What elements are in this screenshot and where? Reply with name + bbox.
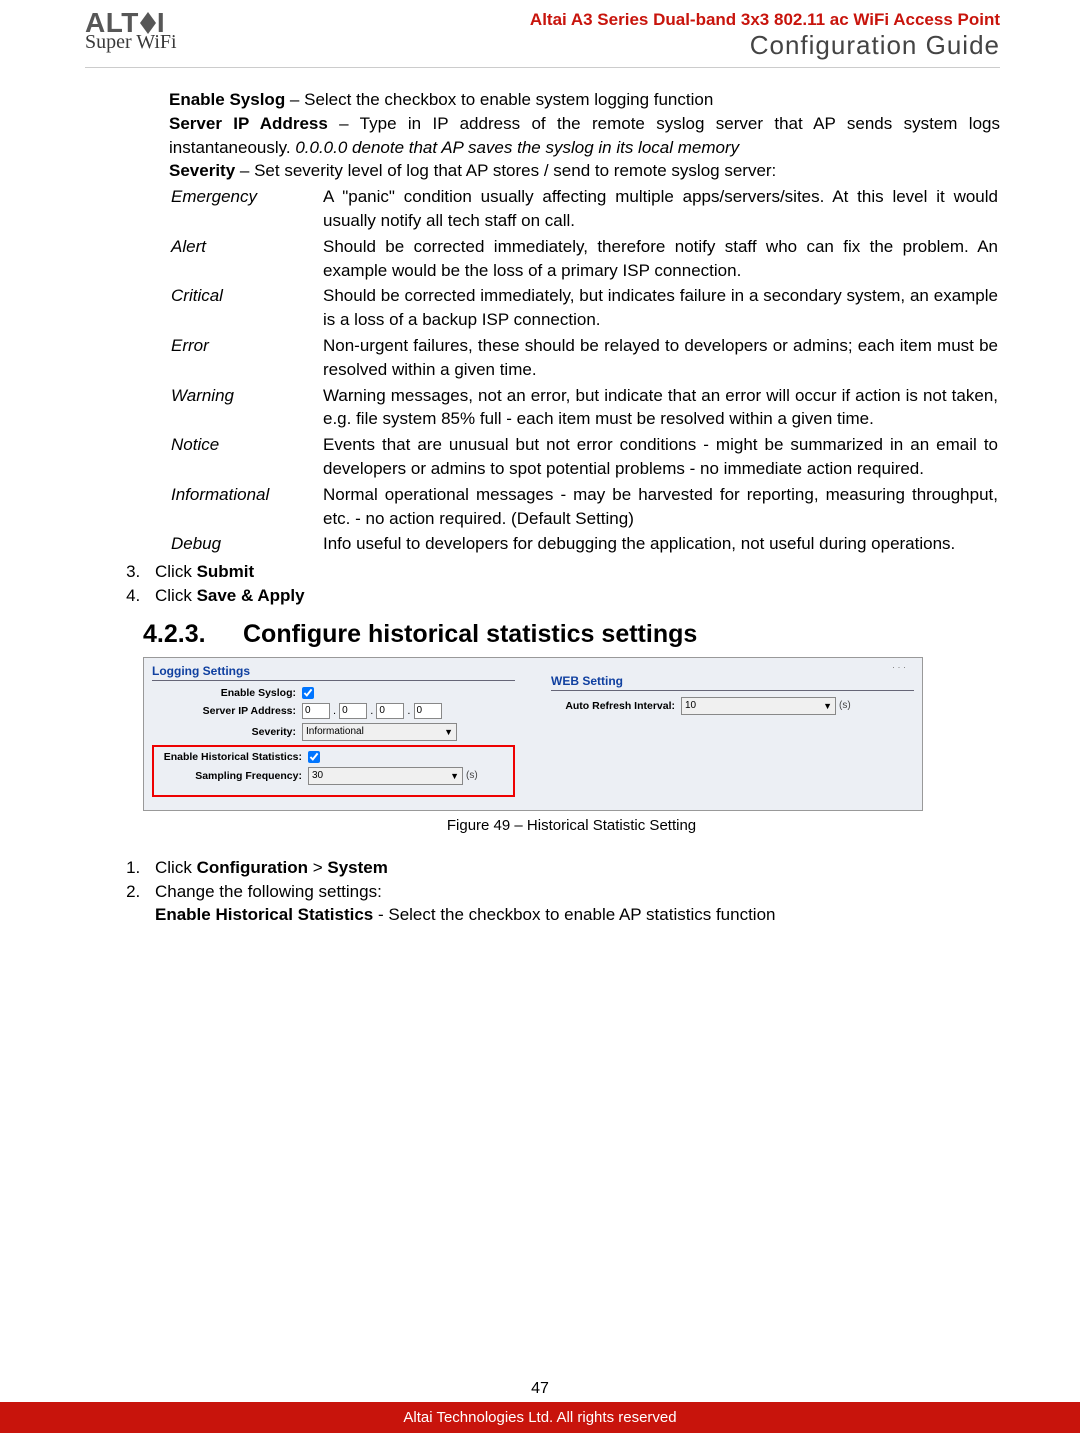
severity-row: InformationalNormal operational messages…: [171, 483, 998, 531]
severity-desc-cell: Info useful to developers for debugging …: [323, 532, 998, 556]
highlight-frame: Enable Historical Statistics: Sampling F…: [152, 745, 515, 797]
fig-enable-syslog-label: Enable Syslog:: [152, 687, 302, 699]
severity-term: Critical: [171, 284, 321, 332]
severity-row: EmergencyA "panic" condition usually aff…: [171, 185, 998, 233]
severity-term: Emergency: [171, 185, 321, 233]
page-number: 47: [0, 1380, 1080, 1398]
fig-auto-refresh-select[interactable]: 10▼: [681, 697, 836, 715]
severity-row: ErrorNon-urgent failures, these should b…: [171, 334, 998, 382]
chevron-down-icon: ▼: [823, 701, 832, 711]
heading-number: 4.2.3.: [143, 620, 243, 649]
fig-sampling-select[interactable]: 30▼: [308, 767, 463, 785]
server-ip-label: Server IP Address: [169, 114, 328, 133]
step-item: Change the following settings: Enable Hi…: [145, 880, 1000, 928]
severity-table: EmergencyA "panic" condition usually aff…: [169, 183, 1000, 558]
step-list-a: Click Submit Click Save & Apply: [145, 560, 1000, 608]
chevron-down-icon: ▼: [450, 771, 459, 781]
fig-auto-refresh-label: Auto Refresh Interval:: [551, 700, 681, 712]
severity-row: CriticalShould be corrected immediately,…: [171, 284, 998, 332]
fig-enable-hist-label: Enable Historical Statistics:: [158, 751, 308, 763]
severity-desc: Severity – Set severity level of log tha…: [169, 159, 1000, 183]
enable-syslog-desc: Enable Syslog – Select the checkbox to e…: [169, 88, 1000, 112]
server-ip-desc: Server IP Address – Type in IP address o…: [169, 112, 1000, 160]
fig-sampling-unit: (s): [466, 770, 478, 781]
fig-ip-octet-3[interactable]: [376, 703, 404, 719]
severity-desc-cell: Should be corrected immediately, therefo…: [323, 235, 998, 283]
heading-text: Configure historical statistics settings: [243, 620, 697, 648]
panel-title-logging: Logging Settings: [152, 662, 515, 681]
logo-subtitle: Super WiFi: [85, 33, 181, 52]
fig-severity-label: Severity:: [152, 726, 302, 738]
fig-enable-syslog-checkbox[interactable]: [302, 687, 314, 699]
severity-term: Informational: [171, 483, 321, 531]
step-list-b: Click Configuration > System Change the …: [145, 856, 1000, 927]
severity-label: Severity: [169, 161, 235, 180]
fig-ip-octet-4[interactable]: [414, 703, 442, 719]
fig-auto-refresh-unit: (s): [839, 700, 851, 711]
severity-term: Error: [171, 334, 321, 382]
severity-term: Warning: [171, 384, 321, 432]
fig-enable-hist-checkbox[interactable]: [308, 751, 320, 763]
brand-logo: ALT I Super WiFi: [85, 10, 181, 52]
section-heading: 4.2.3.Configure historical statistics se…: [143, 620, 1000, 649]
severity-desc-cell: Events that are unusual but not error co…: [323, 433, 998, 481]
chevron-down-icon: ▼: [444, 727, 453, 737]
severity-desc-cell: Normal operational messages - may be har…: [323, 483, 998, 531]
severity-desc-cell: Should be corrected immediately, but ind…: [323, 284, 998, 332]
fig-severity-select[interactable]: Informational▼: [302, 723, 457, 741]
footer-copyright: Altai Technologies Ltd. All rights reser…: [0, 1402, 1080, 1433]
step-item: Click Save & Apply: [145, 584, 1000, 608]
severity-desc-cell: A "panic" condition usually affecting mu…: [323, 185, 998, 233]
step-item: Click Submit: [145, 560, 1000, 584]
fig-ip-octet-1[interactable]: [302, 703, 330, 719]
severity-row: WarningWarning messages, not an error, b…: [171, 384, 998, 432]
panel-title-web: WEB Setting: [551, 672, 914, 691]
fig-topcut: · · ·: [551, 662, 914, 672]
severity-term: Notice: [171, 433, 321, 481]
figure-caption: Figure 49 – Historical Statistic Setting: [143, 817, 1000, 834]
fig-sampling-label: Sampling Frequency:: [158, 770, 308, 782]
fig-server-ip-label: Server IP Address:: [152, 705, 302, 717]
main-content: Enable Syslog – Select the checkbox to e…: [169, 88, 1000, 558]
step-item: Click Configuration > System: [145, 856, 1000, 880]
severity-row: AlertShould be corrected immediately, th…: [171, 235, 998, 283]
severity-row: DebugInfo useful to developers for debug…: [171, 532, 998, 556]
screenshot-figure: Logging Settings Enable Syslog: Server I…: [143, 657, 923, 811]
severity-desc-cell: Non-urgent failures, these should be rel…: [323, 334, 998, 382]
fig-ip-octet-2[interactable]: [339, 703, 367, 719]
severity-term: Debug: [171, 532, 321, 556]
severity-desc-cell: Warning messages, not an error, but indi…: [323, 384, 998, 432]
doc-title-guide: Configuration Guide: [530, 30, 1000, 61]
severity-row: NoticeEvents that are unusual but not er…: [171, 433, 998, 481]
doc-title-product: Altai A3 Series Dual-band 3x3 802.11 ac …: [530, 10, 1000, 30]
severity-term: Alert: [171, 235, 321, 283]
enable-syslog-label: Enable Syslog: [169, 90, 285, 109]
page-header: ALT I Super WiFi Altai A3 Series Dual-ba…: [85, 10, 1000, 68]
